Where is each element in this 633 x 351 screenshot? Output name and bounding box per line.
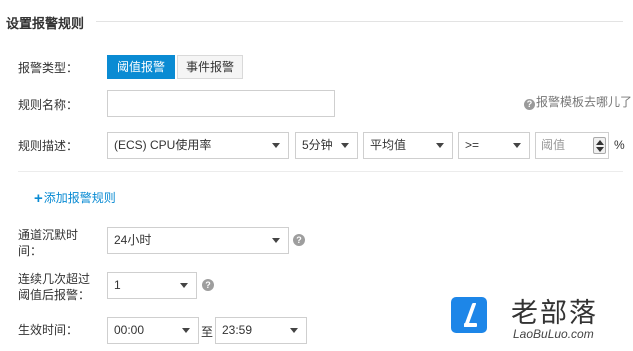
chevron-down-icon — [290, 328, 298, 333]
watermark: 老部落 LaoBuLuo.com — [441, 283, 631, 345]
consecutive-label-line1: 连续几次超过 — [18, 272, 91, 286]
plus-icon: + — [34, 190, 43, 207]
period-select-value: 5分钟 — [302, 138, 333, 152]
watermark-subtitle: LaoBuLuo.com — [513, 327, 594, 341]
alarm-type-label: 报警类型： — [18, 61, 79, 75]
start-time-value: 00:00 — [114, 323, 145, 337]
percent-unit: % — [614, 138, 625, 152]
effective-time-label: 生效时间： — [18, 323, 79, 337]
metric-select-value: (ECS) CPU使用率 — [114, 138, 212, 152]
chevron-down-icon — [272, 238, 280, 243]
rules-divider — [18, 171, 623, 172]
watermark-title: 老部落 — [511, 298, 598, 328]
section-title: 设置报警规则 — [6, 16, 85, 31]
channel-silence-label-line1: 通道沉默时 — [18, 228, 79, 242]
chevron-down-icon — [272, 143, 280, 148]
template-help-text: 报警模板去哪儿了 — [536, 95, 633, 109]
question-icon[interactable]: ? — [293, 234, 305, 246]
spin-down-icon[interactable] — [596, 147, 604, 152]
question-icon[interactable]: ? — [202, 279, 214, 291]
to-label: 至 — [201, 325, 214, 339]
chevron-down-icon — [182, 328, 190, 333]
add-rule-link[interactable]: +添加报警规则 — [34, 189, 116, 207]
threshold-placeholder: 阈值 — [541, 138, 566, 152]
event-alarm-button[interactable]: 事件报警 — [177, 55, 243, 79]
consecutive-value: 1 — [114, 278, 121, 292]
consecutive-select[interactable]: 1 — [107, 272, 197, 299]
add-rule-text: 添加报警规则 — [43, 191, 116, 205]
channel-silence-select[interactable]: 24小时 — [107, 227, 289, 254]
end-time-value: 23:59 — [222, 323, 253, 337]
channel-silence-label-line2: 间： — [18, 244, 43, 258]
template-help-link[interactable]: ? 报警模板去哪儿了 — [524, 93, 632, 110]
period-select[interactable]: 5分钟 — [295, 132, 358, 159]
spin-buttons[interactable] — [593, 137, 606, 154]
statistic-select-value: 平均值 — [370, 138, 407, 152]
spin-up-icon[interactable] — [596, 140, 604, 145]
rule-desc-label: 规则描述： — [18, 139, 79, 153]
rule-name-label: 规则名称： — [18, 98, 79, 112]
start-time-select[interactable]: 00:00 — [107, 317, 199, 344]
metric-select[interactable]: (ECS) CPU使用率 — [107, 132, 289, 159]
threshold-alarm-button[interactable]: 阈值报警 — [107, 55, 175, 79]
laobuluo-logo-icon — [451, 297, 487, 333]
statistic-select[interactable]: 平均值 — [363, 132, 453, 159]
channel-silence-value: 24小时 — [114, 233, 152, 247]
end-time-select[interactable]: 23:59 — [215, 317, 307, 344]
chevron-down-icon — [436, 143, 444, 148]
consecutive-label-line2: 阈值后报警： — [18, 288, 91, 302]
operator-select-value: >= — [465, 138, 480, 152]
operator-select[interactable]: >= — [458, 132, 530, 159]
chevron-down-icon — [180, 283, 188, 288]
threshold-stepper[interactable]: 阈值 — [535, 132, 609, 159]
chevron-down-icon — [341, 143, 349, 148]
question-icon: ? — [524, 99, 535, 110]
chevron-down-icon — [513, 143, 521, 148]
section-divider — [96, 21, 623, 22]
rule-name-input[interactable] — [107, 90, 335, 117]
